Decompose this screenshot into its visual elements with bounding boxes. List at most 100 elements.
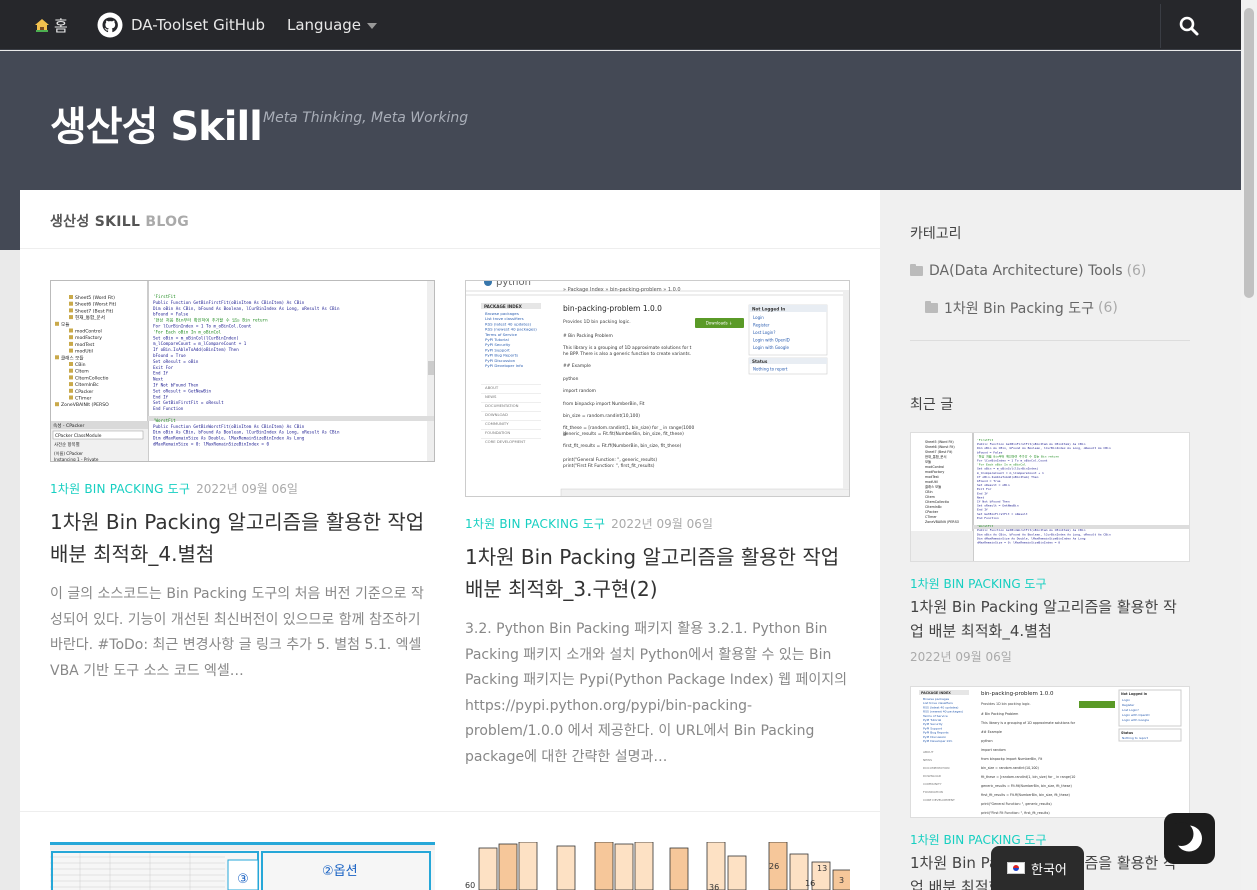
mini-tree-item: Sheet6 (Worst Fit) — [925, 445, 955, 449]
pypi-side-section: DOWNLOAD — [485, 412, 508, 417]
mini-tree-item: 현재_통합_문서 — [925, 454, 947, 459]
tree-item: 클래스 모듈 — [61, 354, 84, 361]
pypi-status-title: Status — [752, 359, 768, 364]
pypi-login-link: Register — [753, 323, 770, 328]
tree-item: modFactory — [75, 335, 102, 341]
korea-flag-icon — [1007, 862, 1025, 874]
chevron-down-icon — [367, 23, 378, 29]
post-title[interactable]: 1차원 Bin Packing 알고리즘을 활용한 작업 배분 최적화_3.구현… — [465, 541, 850, 605]
post-card: Sheet5 (Word Fit) Sheet6 (Worst Fit) Sheet… — [50, 280, 435, 700]
mini-pypi-section: FOUNDATION — [923, 790, 943, 794]
pypi-download-button: Downloads ↓ — [706, 321, 733, 326]
mini-pypi-body: generic_results = Fit.fit(NumberBin, bin… — [981, 784, 1072, 788]
mini-pypi-login: Login — [1122, 698, 1130, 702]
recent-post-thumbnail[interactable]: PACKAGE INDEX Browse packages List trove c… — [910, 686, 1190, 818]
code-line: Set oBin = m_oBinCol(lCurBinIndex) — [153, 335, 239, 340]
recent-post-thumbnail[interactable]: 'FirstFit Public Function GetBinFirstFit(… — [910, 432, 1190, 562]
code-line: For lCurBinIndex = 1 To m_oBinCol.Count — [153, 324, 252, 329]
pypi-side-section: ABOUT — [485, 385, 499, 390]
pypi-login-link: Login with Google — [753, 345, 789, 350]
mini-pypi-login: Register — [1122, 703, 1135, 707]
language-switcher-label: 한국어 — [1031, 862, 1067, 878]
chart-bar — [669, 847, 689, 890]
props-combo: CPacker ClassModule — [55, 433, 102, 439]
post-thumbnail[interactable]: ③ ②옵션 — [50, 842, 435, 890]
tree-item: modUtil — [75, 349, 93, 355]
tree-item: Sheet6 (Worst Fit) — [75, 302, 116, 308]
post-category-link[interactable]: 1차원 BIN PACKING 도구 — [465, 517, 605, 531]
pypi-body-line: from binpackp import NumberBin, Fit — [563, 401, 645, 407]
chart-bar — [594, 842, 614, 890]
tree-item: CItemInBc — [75, 382, 99, 388]
tree-item: CBin — [75, 362, 86, 368]
mini-pypi-login: Login with Google — [1122, 718, 1149, 722]
post-thumbnail[interactable]: Sheet5 (Word Fit) Sheet6 (Worst Fit) Sheet… — [50, 280, 435, 462]
vba-editor-mini: 'FirstFitPublic Function GetBinFirstFit(… — [911, 433, 1189, 561]
mini-pypi-body: bin_size = random.randint(10,100) — [981, 766, 1039, 770]
mini-pypi-body: ## Example — [981, 730, 1002, 734]
page-scrollbar[interactable] — [1241, 0, 1257, 890]
category-link-bin-packing[interactable]: 1차원 Bin Packing 도구 (6) — [925, 298, 1118, 318]
post-excerpt: 3.2. Python Bin Packing 패키지 활용 3.2.1. Py… — [465, 621, 847, 765]
tree-item: Sheet5 (Word Fit) — [75, 295, 115, 301]
recent-post-title[interactable]: 1차원 Bin Packing 알고리즘을 활용한 작업 배분 최적화_4.별첨 — [910, 595, 1190, 643]
language-switcher[interactable]: 한국어 — [991, 846, 1084, 890]
mini-code-line: dMaxRemainSize = 0: lMaxRemainSizeBinInd… — [977, 541, 1060, 545]
pypi-body-line: ## Example — [563, 363, 591, 369]
nav-github-link[interactable]: DA-Toolset GitHub — [97, 0, 265, 50]
code-line: End If — [153, 371, 169, 376]
dark-mode-toggle[interactable] — [1164, 813, 1215, 864]
tree-node-icon — [55, 355, 59, 360]
post-date: 2022년 09월 06일 — [611, 517, 713, 531]
mini-pypi-login: Login with OpenID — [1122, 713, 1150, 717]
folder-icon — [910, 264, 923, 276]
tree-node-icon — [69, 308, 73, 313]
mini-code-line: End Function — [977, 516, 999, 520]
post-title[interactable]: 1차원 Bin Packing 알고리즘을 활용한 작업 배분 최적화_4.별첨 — [50, 506, 435, 570]
tree-node-icon — [69, 395, 73, 400]
pypi-side-link: PyPI Developer Info — [485, 363, 524, 368]
code-line: 'FirstFit — [153, 294, 176, 299]
post-thumbnail[interactable]: 60 26 13 16 3 36 — [465, 842, 850, 890]
post-thumbnail[interactable]: python » Package Index » bin-packing-pro… — [465, 280, 850, 497]
nav-home-link[interactable]: 홈 — [34, 0, 68, 50]
mini-pypi-body: import random — [981, 748, 1006, 752]
tree-node-icon — [69, 328, 73, 333]
category-link-da-tools[interactable]: DA(Data Architecture) Tools (6) — [910, 263, 1146, 279]
pypi-body-line: fit_these = [random.randint(1, bin_size)… — [563, 425, 694, 431]
mini-pypi-title: bin-packing-problem 1.0.0 — [981, 691, 1054, 697]
chart-bar-label: 3 — [839, 876, 844, 885]
pypi-page-mini: PACKAGE INDEXBrowse packagesList trove c… — [919, 689, 1182, 815]
code-line: Dim oBin As CBin, bFound As Boolean, lCu… — [153, 306, 340, 311]
site-title[interactable]: 생산성 Skill — [50, 94, 263, 152]
mini-pypi-body: print("General Function: ", generic_resu… — [981, 802, 1052, 806]
nav-language-menu[interactable]: Language — [287, 0, 378, 50]
mini-tree-item: Sheet7 (Best Fit) — [925, 450, 952, 454]
chart-y-tick: 60 — [465, 881, 475, 890]
post-date: 2022년 09월 06일 — [196, 482, 298, 496]
tree-node-icon — [69, 348, 73, 353]
code-line: If oBin.IsAbleToAdd(oBinItem) Then — [153, 347, 239, 352]
tree-node-icon — [69, 382, 73, 387]
chart-bar — [614, 843, 634, 890]
categories-widget-title: 카테고리 — [910, 226, 962, 242]
code-line: Set oResult = GetNewBin — [153, 388, 211, 393]
search-icon[interactable] — [1178, 15, 1200, 37]
pypi-status-text: Nothing to report — [753, 367, 788, 372]
pypi-page-screenshot: python » Package Index » bin-packing-pro… — [466, 281, 849, 496]
post-category-link[interactable]: 1차원 BIN PACKING 도구 — [50, 482, 190, 496]
moon-icon — [1169, 822, 1202, 852]
recent-post-category[interactable]: 1차원 BIN PACKING 도구 — [910, 575, 1047, 592]
mini-tree-item: CItemInBc — [925, 505, 942, 509]
tree-node-icon — [69, 388, 73, 393]
pypi-body-line: bin_size = random.randint(10,100) — [563, 413, 640, 419]
scrollbar-thumb[interactable] — [1244, 8, 1254, 298]
mini-tree-item: 모듈 — [925, 459, 931, 464]
pypi-body-line: python — [563, 376, 579, 382]
pypi-side-section: NEWS — [485, 394, 497, 399]
tree-node-icon — [69, 368, 73, 373]
chart-bar — [498, 843, 518, 890]
category-count: (6) — [1098, 300, 1118, 316]
pypi-login-link: Lost Login? — [753, 330, 775, 335]
main-content: 생산성 SKILL BLOG Sheet5 (Word Fit) Sheet6 (… — [20, 190, 880, 890]
